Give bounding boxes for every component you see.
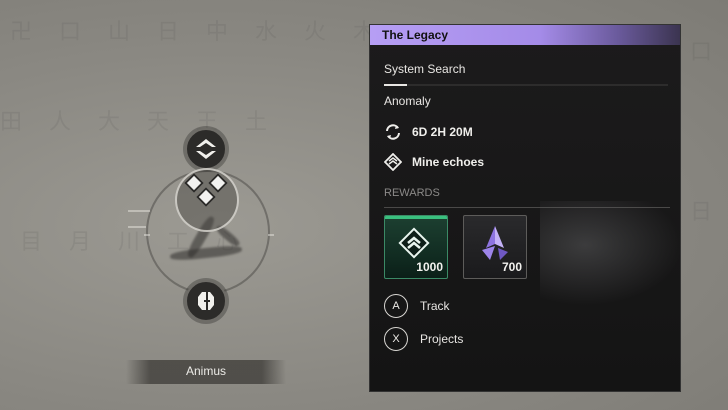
map-hash-line — [128, 210, 150, 212]
projects-action[interactable]: X Projects — [384, 327, 463, 351]
location-label: Animus — [185, 364, 226, 378]
animus-map[interactable]: Animus — [0, 0, 368, 410]
reward-quantity: 700 — [501, 260, 522, 274]
reward-item[interactable]: 700 — [463, 215, 527, 279]
reward-glow — [540, 201, 690, 311]
echo-diamond-icon — [184, 173, 204, 193]
progress-fill — [384, 84, 407, 86]
system-search-progress — [384, 84, 668, 86]
echo-diamond-icon — [384, 153, 402, 171]
refresh-icon — [386, 124, 400, 140]
paper-texture: 口 — [690, 40, 723, 65]
track-label: Track — [420, 299, 450, 313]
rewards-label: REWARDS — [384, 187, 440, 199]
controller-button-a[interactable]: A — [384, 294, 408, 318]
panel-header: The Legacy — [370, 25, 680, 45]
timer-row: 6D 2H 20M — [384, 123, 473, 141]
objective-row: Mine echoes — [384, 153, 484, 171]
echo-diamond-icon — [208, 173, 228, 193]
reward-accent-bar — [385, 216, 447, 219]
objective-text: Mine echoes — [412, 155, 485, 169]
projects-label: Projects — [420, 332, 464, 346]
map-hash-line — [144, 234, 150, 236]
chevron-ring-icon — [196, 139, 216, 159]
echo-diamond-icon — [196, 187, 216, 207]
reward-quantity: 1000 — [416, 260, 443, 274]
controller-button-x[interactable]: X — [384, 327, 408, 351]
map-node-top[interactable] — [185, 128, 227, 170]
purple-shard-icon — [482, 226, 508, 260]
map-hash-line — [268, 234, 274, 236]
reward-item[interactable]: 1000 — [384, 215, 448, 279]
map-node-selected[interactable] — [175, 168, 239, 232]
map-node-bottom[interactable] — [185, 280, 227, 322]
paper-texture: 日 — [690, 200, 723, 225]
hex-link-icon — [198, 292, 214, 310]
anomaly-label: Anomaly — [384, 94, 431, 108]
timer-text: 6D 2H 20M — [412, 125, 473, 139]
map-hash-line — [128, 226, 146, 228]
chevron-up-diamond-icon — [398, 227, 430, 259]
track-action[interactable]: A Track — [384, 294, 450, 318]
panel-title: The Legacy — [382, 28, 449, 42]
project-panel: The Legacy System Search Anomaly 6D 2H 2… — [369, 24, 690, 392]
system-search-label: System Search — [384, 62, 466, 76]
